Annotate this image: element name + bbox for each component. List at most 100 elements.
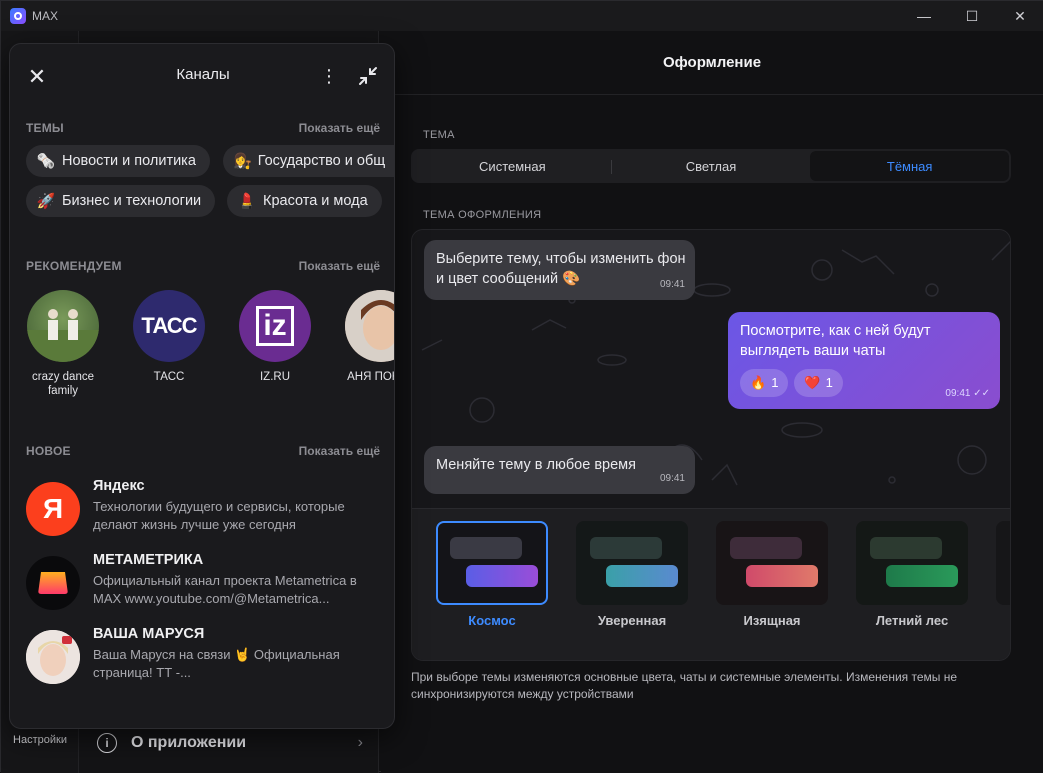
thumb-outgoing-bar xyxy=(466,565,538,587)
theme-section-label: ТЕМА xyxy=(423,129,455,141)
theme-name: Космос xyxy=(468,613,516,628)
chip-label: Новости и политика xyxy=(62,153,196,169)
outgoing-message: Посмотрите, как с ней будут выглядеть ва… xyxy=(728,312,1000,409)
judge-icon: 👩‍⚖️ xyxy=(233,153,252,170)
rec-channel-crazy-dance[interactable]: crazy dance family xyxy=(18,290,108,398)
more-menu-icon[interactable]: ⋮ xyxy=(320,64,338,88)
window-controls: — ☐ ✕ xyxy=(900,1,1043,31)
heart-reaction[interactable]: ❤️ 1 xyxy=(794,369,843,397)
channel-avatar xyxy=(27,290,99,362)
chat-preview: Выберите тему, чтобы изменить фон и цвет… xyxy=(411,229,1011,661)
message-time: 09:41 xyxy=(659,473,685,484)
fire-reaction[interactable]: 🔥 1 xyxy=(740,369,789,397)
new-show-more-link[interactable]: Показать ещё xyxy=(299,444,380,458)
new-channel-marusya[interactable]: ВАША МАРУСЯ Ваша Маруся на связи 🤘 Офици… xyxy=(26,626,386,690)
channel-description: Официальный канал проекта Metametrica в … xyxy=(93,573,357,606)
about-app-row[interactable]: i О приложении › xyxy=(79,723,379,763)
portrait-photo xyxy=(26,630,80,684)
channel-name: АНЯ ПОКРО xyxy=(347,371,394,383)
theme-note: При выборе темы изменяются основные цвет… xyxy=(411,670,958,701)
theme-thumbnail xyxy=(576,521,688,605)
collapse-icon[interactable] xyxy=(356,64,380,88)
max-logo-icon xyxy=(10,8,26,24)
settings-nav-label[interactable]: Настройки xyxy=(1,734,79,746)
app-window: MAX — ☐ ✕ Настройки i О приложении › Офо… xyxy=(0,0,1043,773)
window-title: MAX xyxy=(32,9,59,23)
theme-thumbnail xyxy=(996,521,1010,605)
channel-description: Ваша Маруся на связи 🤘 Официальная стран… xyxy=(93,647,340,680)
topic-chip-news[interactable]: 🗞️ Новости и политика xyxy=(26,145,210,177)
theme-card-izyashchnaya[interactable]: Изящная xyxy=(716,521,832,628)
incoming-message: Меняйте тему в любое время 09:41 xyxy=(424,446,695,494)
section-title: РЕКОМЕНДУЕМ xyxy=(26,259,122,273)
new-header: НОВОЕ Показать ещё xyxy=(26,444,380,458)
theme-name: Изящная xyxy=(743,613,801,628)
thumb-outgoing-bar xyxy=(886,565,958,587)
new-channel-yandex[interactable]: Я Яндекс Технологии будущего и сервисы, … xyxy=(26,478,386,542)
appearance-panel: Оформление ТЕМА Системная Светлая Тёмная… xyxy=(381,31,1043,773)
thumb-outgoing-bar xyxy=(746,565,818,587)
thumb-incoming-bar xyxy=(870,537,942,559)
theme-name: Уверенная xyxy=(597,613,667,628)
message-time: 09:41 xyxy=(659,279,685,290)
channel-avatar xyxy=(345,290,394,362)
new-channel-metametrika[interactable]: МЕТАМЕТРИКА Официальный канал проекта Me… xyxy=(26,552,386,616)
close-window-button[interactable]: ✕ xyxy=(996,1,1043,31)
channels-popup: ✕ Каналы ⋮ ТЕМЫ Показать ещё 🗞️ Новости … xyxy=(9,43,395,729)
dancers-photo xyxy=(27,309,99,362)
channel-description: Технологии будущего и сервисы, которые д… xyxy=(93,499,345,532)
chip-label: Бизнес и технологии xyxy=(62,193,202,209)
theme-option-dark[interactable]: Тёмная xyxy=(810,151,1010,181)
section-title: ТЕМЫ xyxy=(26,121,64,135)
minimize-button[interactable]: — xyxy=(900,1,948,31)
theme-option-system[interactable]: Системная xyxy=(413,151,612,181)
channel-avatar xyxy=(26,630,80,684)
info-icon: i xyxy=(97,733,117,753)
portrait-photo xyxy=(345,290,394,362)
channel-name: IZ.RU xyxy=(259,371,291,383)
theme-card-partial[interactable] xyxy=(996,521,1010,605)
theme-name: Летний лес xyxy=(875,613,949,628)
rec-channel-tass[interactable]: ТАСС ТАСС xyxy=(124,290,214,384)
recommended-show-more-link[interactable]: Показать ещё xyxy=(299,259,380,273)
message-time: 09:41 ✓✓ xyxy=(945,388,990,399)
double-check-icon: ✓✓ xyxy=(973,388,990,399)
theme-option-light[interactable]: Светлая xyxy=(612,151,811,181)
theme-mode-selector: Системная Светлая Тёмная xyxy=(411,149,1011,183)
rec-channel-iz[interactable]: iz IZ.RU xyxy=(230,290,320,384)
metametrika-logo xyxy=(26,556,80,610)
rocket-icon: 🚀 xyxy=(36,193,56,210)
yandex-logo-text: Я xyxy=(42,493,64,524)
channel-title: ВАША МАРУСЯ xyxy=(93,626,205,642)
recommended-header: РЕКОМЕНДУЕМ Показать ещё xyxy=(26,259,380,273)
topics-header: ТЕМЫ Показать ещё xyxy=(26,121,380,135)
topic-chip-government[interactable]: 👩‍⚖️ Государство и общ xyxy=(223,145,394,177)
section-title: НОВОЕ xyxy=(26,444,71,458)
rec-channel-anya[interactable]: АНЯ ПОКРО xyxy=(336,290,394,384)
chevron-right-icon: › xyxy=(357,734,363,751)
channel-title: МЕТАМЕТРИКА xyxy=(93,552,204,568)
maximize-button[interactable]: ☐ xyxy=(948,1,996,31)
thumb-incoming-bar xyxy=(730,537,802,559)
topics-show-more-link[interactable]: Показать ещё xyxy=(299,121,380,135)
panel-title: Оформление xyxy=(381,31,1043,95)
topic-chip-business[interactable]: 🚀 Бизнес и технологии xyxy=(26,185,216,217)
theme-thumbnail xyxy=(716,521,828,605)
newspaper-icon: 🗞️ xyxy=(36,153,56,170)
thumb-outgoing-bar xyxy=(606,565,678,587)
heart-emoji-icon: ❤️ xyxy=(804,375,821,390)
channel-name: crazy dance family xyxy=(31,371,94,397)
theme-card-letniy-les[interactable]: Летний лес xyxy=(856,521,972,628)
theme-thumbnail xyxy=(436,521,548,605)
tass-logo: ТАСС xyxy=(133,290,205,362)
topic-chip-beauty[interactable]: 💄 Красота и мода xyxy=(227,185,382,217)
yandex-logo: Я xyxy=(26,482,80,536)
theme-card-uverennaya[interactable]: Уверенная xyxy=(576,521,692,628)
title-bar: MAX — ☐ ✕ xyxy=(1,1,1043,31)
thumb-incoming-bar xyxy=(450,537,522,559)
lipstick-icon: 💄 xyxy=(237,193,257,210)
iz-logo-text: iz xyxy=(256,306,294,346)
theme-card-kosmos[interactable]: Космос xyxy=(436,521,552,628)
about-app-label: О приложении xyxy=(131,734,247,751)
iz-logo: iz xyxy=(239,290,311,362)
